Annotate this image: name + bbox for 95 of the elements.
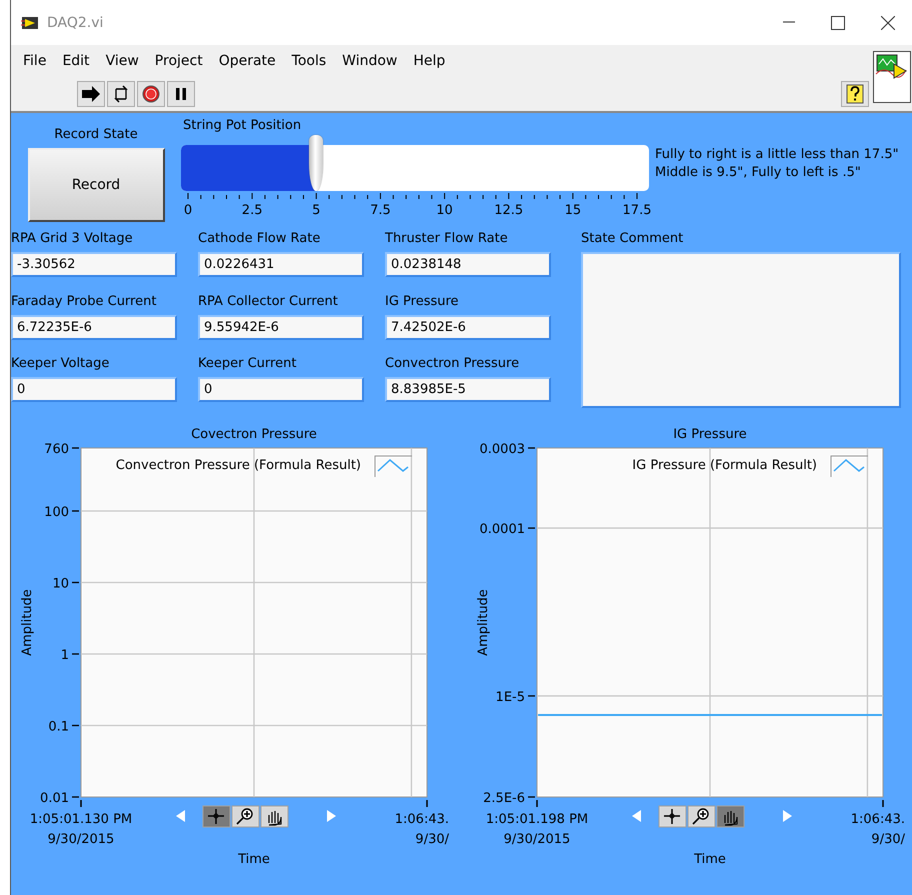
y-tick-label: 1 bbox=[60, 648, 69, 663]
indicator-label: Thruster Flow Rate bbox=[385, 230, 509, 248]
indicator-label: Cathode Flow Rate bbox=[198, 230, 322, 248]
y-tick-label: 760 bbox=[44, 442, 69, 457]
pan-tool-icon[interactable] bbox=[260, 806, 288, 828]
menu-item[interactable]: Project bbox=[146, 53, 211, 69]
y-tick-mark bbox=[72, 447, 79, 449]
y-tick-label: 0.0003 bbox=[480, 442, 525, 457]
x-tick-label: 1:06:43. bbox=[394, 812, 449, 827]
x-tick-mark bbox=[536, 800, 538, 807]
button-label: Record State bbox=[54, 126, 138, 144]
y-tick-mark bbox=[72, 510, 79, 512]
cursor-tool-icon[interactable] bbox=[658, 806, 686, 828]
x-tick-mark bbox=[882, 800, 884, 807]
y-tick-label: 2.5E-6 bbox=[483, 791, 525, 806]
close-icon[interactable] bbox=[881, 16, 895, 30]
indicator-label: Keeper Current bbox=[198, 355, 298, 374]
menu-item[interactable]: View bbox=[98, 53, 147, 69]
chart-title: IG Pressure bbox=[673, 427, 747, 442]
y-tick-label: 100 bbox=[44, 504, 69, 520]
x-axis-label: Time bbox=[694, 852, 726, 867]
x-tick-label: 1:06:43. bbox=[850, 812, 905, 827]
slider-track[interactable] bbox=[181, 145, 649, 191]
vi-icon bbox=[21, 14, 39, 30]
indicator-field: 6.72235E-6 bbox=[11, 314, 177, 340]
y-tick-label: 0.1 bbox=[48, 720, 69, 734]
scale-label: 7.5 bbox=[370, 203, 391, 218]
scale-label: 17.5 bbox=[622, 203, 652, 218]
slider-thumb[interactable] bbox=[309, 135, 324, 191]
help-icon[interactable] bbox=[846, 84, 864, 104]
pan-tool-icon[interactable] bbox=[716, 806, 744, 828]
indicator-label: Convectron Pressure bbox=[385, 355, 520, 374]
y-tick-mark bbox=[528, 796, 535, 798]
x-tick-date: 9/30/2015 bbox=[48, 832, 114, 847]
y-tick-label: 0.01 bbox=[40, 791, 69, 806]
cursor-tool-icon[interactable] bbox=[202, 806, 230, 828]
indicator-label: Faraday Probe Current bbox=[11, 292, 158, 311]
menu-item[interactable]: File bbox=[15, 53, 54, 69]
indicator-field: 0.0238148 bbox=[385, 252, 551, 277]
y-tick-mark bbox=[72, 724, 79, 726]
indicator-field: 8.83985E-5 bbox=[385, 377, 551, 402]
x-tick-date: 9/30/ bbox=[871, 832, 905, 847]
run-arrow-icon[interactable] bbox=[82, 85, 100, 103]
record-button[interactable]: Record bbox=[28, 148, 164, 222]
window-title: DAQ2.vi bbox=[47, 14, 104, 30]
y-tick-mark bbox=[72, 653, 79, 655]
scale-label: 2.5 bbox=[242, 203, 262, 218]
x-tick-date: 9/30/ bbox=[415, 832, 449, 847]
menu-item[interactable]: Operate bbox=[210, 53, 284, 69]
y-tick-mark bbox=[528, 447, 535, 449]
legend-label: IG Pressure (Formula Result) bbox=[632, 458, 817, 473]
menu-item[interactable]: Edit bbox=[54, 53, 98, 69]
indicator-field: 0 bbox=[198, 377, 364, 402]
indicator-field: 9.55942E-6 bbox=[198, 314, 364, 340]
zoom-tool-icon[interactable] bbox=[232, 806, 260, 828]
scale-label: 0 bbox=[184, 203, 192, 218]
indicator-label: RPA Grid 3 Voltage bbox=[11, 230, 134, 248]
y-axis-label: Amplitude bbox=[476, 589, 491, 656]
x-tick-label: 1:05:01.198 PM bbox=[486, 812, 588, 827]
zoom-tool-icon[interactable] bbox=[688, 806, 716, 828]
abort-icon[interactable] bbox=[142, 85, 160, 103]
y-tick-mark bbox=[528, 695, 535, 697]
x-tick-mark bbox=[80, 800, 82, 807]
y-axis-label: Amplitude bbox=[20, 589, 35, 656]
x-tick-label: 1:05:01.130 PM bbox=[30, 812, 132, 827]
menu-item[interactable]: Window bbox=[334, 53, 406, 69]
indicator-label: Keeper Voltage bbox=[11, 355, 110, 374]
legend-label: Convectron Pressure (Formula Result) bbox=[116, 458, 361, 473]
menu-item[interactable]: Tools bbox=[284, 53, 334, 69]
indicator-label: IG Pressure bbox=[385, 292, 460, 311]
note-text: Fully to right is a little less than 17.5" Middle is 9.5", Fully to left is .5" bbox=[655, 146, 899, 182]
y-tick-mark bbox=[528, 527, 535, 529]
maximize-icon[interactable] bbox=[831, 16, 845, 30]
x-tick-mark bbox=[426, 800, 428, 807]
scale-label: 10 bbox=[436, 203, 453, 218]
scale-label: 12.5 bbox=[494, 203, 524, 218]
x-tick-date: 9/30/2015 bbox=[504, 832, 570, 847]
indicator-field: 0 bbox=[11, 377, 177, 402]
indicator-field: 7.42502E-6 bbox=[385, 314, 551, 340]
y-tick-label: 10 bbox=[52, 576, 69, 592]
y-tick-mark bbox=[72, 582, 79, 584]
menu-item[interactable]: Help bbox=[405, 53, 454, 69]
y-tick-label: 1E-5 bbox=[496, 690, 525, 705]
slider-label: String Pot Position bbox=[182, 117, 302, 135]
comment-label: State Comment bbox=[581, 230, 684, 248]
scale-label: 5 bbox=[312, 203, 320, 218]
scale-label: 15 bbox=[564, 203, 582, 218]
indicator-field: -3.30562 bbox=[11, 252, 177, 277]
run-continuously-icon[interactable] bbox=[112, 85, 130, 103]
indicator-field: 0.0226431 bbox=[198, 252, 364, 277]
indicator-label: RPA Collector Current bbox=[198, 292, 339, 311]
chart-title: Covectron Pressure bbox=[191, 427, 317, 442]
x-axis-label: Time bbox=[238, 852, 270, 867]
y-tick-mark bbox=[72, 796, 79, 798]
y-tick-label: 0.0001 bbox=[480, 522, 525, 538]
